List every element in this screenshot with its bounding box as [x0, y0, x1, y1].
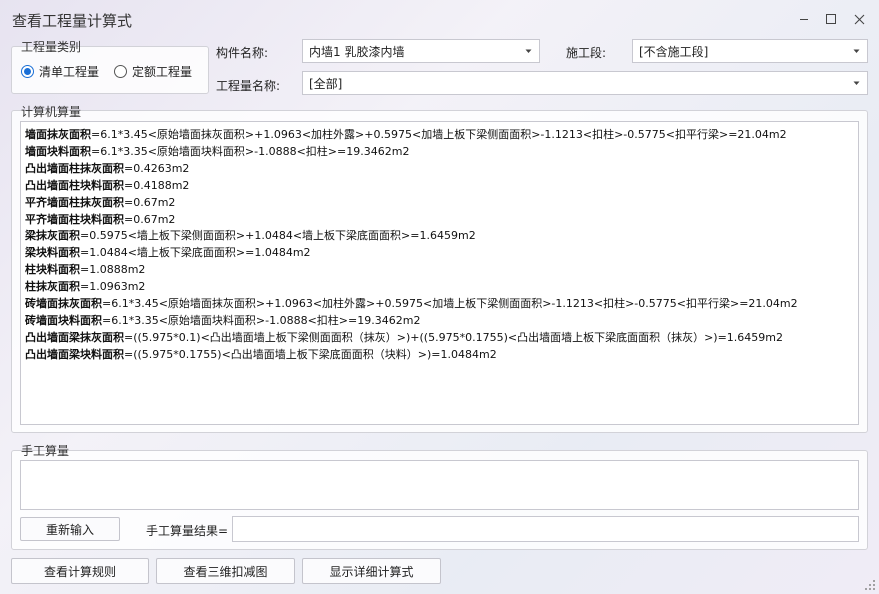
section-label: 施工段:: [566, 46, 607, 60]
minimize-icon: [800, 19, 808, 20]
formula-name: 墙面块料面积: [25, 144, 91, 158]
formula-name: 梁块料面积: [25, 246, 80, 260]
formula-expression: =0.4188m2: [124, 178, 190, 192]
formula-expression: =0.4263m2: [124, 161, 190, 175]
qty-name-label: 工程量名称:: [216, 79, 281, 93]
chevron-down-icon: [851, 81, 861, 86]
formula-expression: =6.1*3.45<原始墙面抹灰面积>+1.0963<加柱外露>+0.5975<…: [102, 297, 798, 311]
chevron-down-icon: [523, 49, 533, 54]
minimize-button[interactable]: [793, 8, 815, 30]
formula-line: 凸出墙面梁块料面积=((5.975*0.1755)<凸出墙面墙上板下梁底面面积（…: [25, 347, 854, 364]
manual-result-input[interactable]: [232, 516, 859, 542]
formula-name: 梁抹灰面积: [25, 229, 80, 243]
qty-type-label: 工程量类别: [21, 40, 82, 54]
qty-name-value: [全部]: [309, 76, 343, 91]
radio-bill-qty[interactable]: 清单工程量: [21, 63, 99, 80]
radio-quota-qty[interactable]: 定额工程量: [114, 63, 192, 80]
formula-line: 平齐墙面柱抹灰面积=0.67m2: [25, 195, 854, 212]
component-select[interactable]: 内墙1 乳胶漆内墙: [302, 39, 540, 63]
formula-line: 凸出墙面柱块料面积=0.4188m2: [25, 178, 854, 195]
close-button[interactable]: [848, 8, 870, 30]
radio-bill-qty-label: 清单工程量: [39, 65, 100, 79]
maximize-button[interactable]: [820, 8, 842, 30]
formula-name: 砖墙面抹灰面积: [25, 297, 102, 311]
formula-line: 凸出墙面梁抹灰面积=((5.975*0.1)<凸出墙面墙上板下梁侧面面积（抹灰）…: [25, 330, 854, 347]
resize-grip-icon[interactable]: [864, 579, 876, 591]
window-title: 查看工程量计算式: [12, 12, 133, 30]
formula-line: 柱块料面积=1.0888m2: [25, 262, 854, 279]
formula-expression: =0.5975<墙上板下梁侧面面积>+1.0484<墙上板下梁底面面积>=1.6…: [80, 229, 476, 243]
formula-line: 柱抹灰面积=1.0963m2: [25, 279, 854, 296]
formula-expression: =1.0484<墙上板下梁底面面积>=1.0484m2: [80, 246, 311, 260]
formula-name: 凸出墙面梁块料面积: [25, 347, 124, 361]
formula-expression: =0.67m2: [124, 195, 176, 209]
formula-name: 平齐墙面柱抹灰面积: [25, 195, 124, 209]
component-label: 构件名称:: [216, 46, 269, 60]
formula-expression: =6.1*3.45<原始墙面抹灰面积>+1.0963<加柱外露>+0.5975<…: [91, 128, 787, 141]
section-select[interactable]: [不含施工段]: [632, 39, 868, 63]
computer-calc-label: 计算机算量: [21, 105, 82, 119]
radio-checked-icon: [21, 65, 34, 78]
view-3d-button[interactable]: 查看三维扣减图: [156, 558, 295, 584]
formula-name: 凸出墙面柱块料面积: [25, 178, 124, 192]
formula-name: 凸出墙面梁抹灰面积: [25, 330, 124, 344]
formula-name: 平齐墙面柱块料面积: [25, 212, 124, 226]
formula-expression: =((5.975*0.1755)<凸出墙面墙上板下梁底面面积（块料）>)=1.0…: [124, 347, 497, 361]
formula-expression: =6.1*3.35<原始墙面块料面积>-1.0888<扣柱>=19.3462m2: [91, 144, 410, 158]
formula-line: 墙面块料面积=6.1*3.35<原始墙面块料面积>-1.0888<扣柱>=19.…: [25, 144, 854, 161]
formula-name: 砖墙面块料面积: [25, 313, 102, 327]
formula-lines: 墙面抹灰面积=6.1*3.45<原始墙面抹灰面积>+1.0963<加柱外露>+0…: [25, 127, 854, 364]
formula-line: 墙面抹灰面积=6.1*3.45<原始墙面抹灰面积>+1.0963<加柱外露>+0…: [25, 127, 854, 144]
formula-name: 柱抹灰面积: [25, 280, 80, 294]
formula-line: 砖墙面块料面积=6.1*3.35<原始墙面块料面积>-1.0888<扣柱>=19…: [25, 313, 854, 330]
formula-expression: =0.67m2: [124, 212, 176, 226]
formula-expression: =6.1*3.35<原始墙面块料面积>-1.0888<扣柱>=19.3462m2: [102, 313, 421, 327]
manual-formula-input[interactable]: [20, 460, 859, 510]
formula-line: 平齐墙面柱块料面积=0.67m2: [25, 212, 854, 229]
radio-quota-qty-label: 定额工程量: [132, 65, 193, 79]
component-value: 内墙1 乳胶漆内墙: [309, 44, 405, 59]
manual-result-label: 手工算量结果=: [146, 524, 229, 538]
formula-name: 柱块料面积: [25, 263, 80, 277]
formula-expression: =1.0963m2: [80, 280, 146, 294]
formula-line: 梁块料面积=1.0484<墙上板下梁底面面积>=1.0484m2: [25, 245, 854, 262]
formula-expression: =((5.975*0.1)<凸出墙面墙上板下梁侧面面积（抹灰）>)+((5.97…: [124, 330, 784, 344]
formula-name: 墙面抹灰面积: [25, 128, 91, 141]
radio-unchecked-icon: [114, 65, 127, 78]
show-detail-button[interactable]: 显示详细计算式: [302, 558, 441, 584]
manual-calc-label: 手工算量: [21, 444, 70, 458]
chevron-down-icon: [851, 49, 861, 54]
maximize-icon: [826, 14, 836, 24]
formula-textarea[interactable]: 墙面抹灰面积=6.1*3.45<原始墙面抹灰面积>+1.0963<加柱外露>+0…: [20, 121, 859, 425]
formula-expression: =1.0888m2: [80, 263, 146, 277]
formula-name: 凸出墙面柱抹灰面积: [25, 161, 124, 175]
formula-line: 梁抹灰面积=0.5975<墙上板下梁侧面面积>+1.0484<墙上板下梁底面面积…: [25, 228, 854, 245]
reenter-button[interactable]: 重新输入: [20, 517, 120, 541]
section-value: [不含施工段]: [639, 44, 709, 59]
qty-name-select[interactable]: [全部]: [302, 71, 868, 95]
formula-line: 凸出墙面柱抹灰面积=0.4263m2: [25, 161, 854, 178]
formula-line: 砖墙面抹灰面积=6.1*3.45<原始墙面抹灰面积>+1.0963<加柱外露>+…: [25, 296, 854, 313]
close-icon: [854, 14, 864, 24]
view-rules-button[interactable]: 查看计算规则: [11, 558, 149, 584]
